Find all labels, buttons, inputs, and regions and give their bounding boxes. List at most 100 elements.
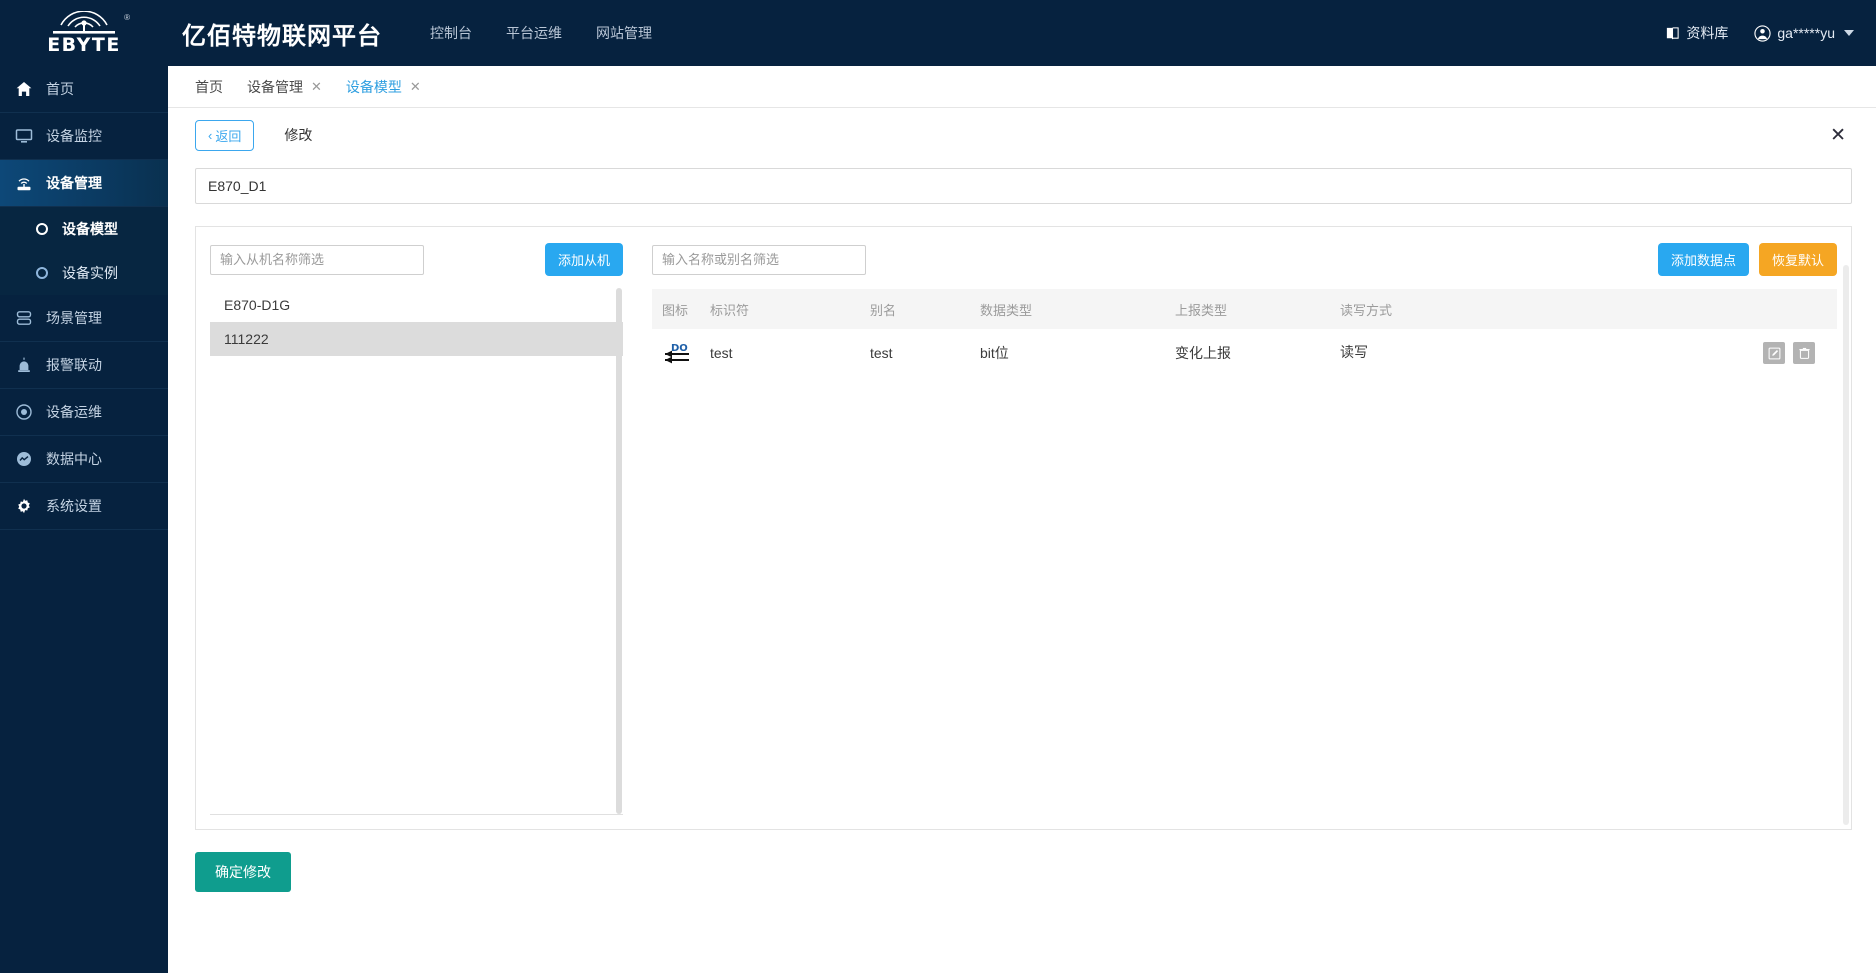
datapoint-toolbar: 添加数据点 恢复默认 <box>652 243 1837 276</box>
datapoint-section: 添加数据点 恢复默认 图标 标识符 别名 数据类型 上报类型 读写方式 <box>638 227 1851 829</box>
page-title: 修改 <box>284 127 313 143</box>
main-content-area: 首页 设备管理 ✕ 设备模型 ✕ ‹ 返回 修改 ✕ 添加从机 <box>168 66 1876 973</box>
gear-icon <box>14 496 34 516</box>
sidebar-item-label: 设备管理 <box>46 175 102 191</box>
sidebar-item-label: 场景管理 <box>46 310 102 326</box>
chart-circle-icon <box>14 449 34 469</box>
sidebar-subitem-label: 设备实例 <box>62 265 118 281</box>
restore-default-button[interactable]: 恢复默认 <box>1758 243 1837 276</box>
slave-list-section: 添加从机 E870-D1G 111222 <box>196 227 638 829</box>
close-icon[interactable]: ✕ <box>311 80 322 93</box>
slave-list-scrollbar[interactable] <box>616 288 622 814</box>
brand-registered-mark: ® <box>124 13 130 22</box>
sidebar-item-device-management[interactable]: 设备管理 <box>0 160 168 207</box>
sidebar-item-label: 设备监控 <box>46 128 102 144</box>
user-menu-button[interactable]: ga*****yu <box>1754 24 1854 42</box>
sidebar-item-label: 报警联动 <box>46 357 102 373</box>
col-rw-mode: 读写方式 <box>1330 289 1837 329</box>
top-navigation: 控制台 平台运维 网站管理 <box>430 23 652 43</box>
sidebar-subitem-label: 设备模型 <box>62 221 118 237</box>
cell-rw-mode: 读写 <box>1330 329 1837 377</box>
cell-report-type: 变化上报 <box>1175 345 1231 361</box>
slave-item-label: E870-D1G <box>224 297 291 313</box>
col-alias: 别名 <box>860 289 970 329</box>
slave-list-toolbar: 添加从机 <box>210 243 623 276</box>
layers-icon <box>14 308 34 328</box>
router-icon <box>14 173 34 193</box>
sidebar-item-data-center[interactable]: 数据中心 <box>0 436 168 483</box>
sidebar-item-label: 系统设置 <box>46 498 102 514</box>
back-button-label: 返回 <box>215 128 242 144</box>
cell-data-type: bit位 <box>980 345 1009 361</box>
col-icon: 图标 <box>652 289 700 329</box>
sidebar-item-label: 设备运维 <box>46 404 102 420</box>
col-data-type: 数据类型 <box>970 289 1165 329</box>
site-title: 亿佰特物联网平台 <box>182 22 382 50</box>
sidebar-item-device-instance[interactable]: 设备实例 <box>0 251 168 295</box>
sidebar-item-device-model[interactable]: 设备模型 <box>0 207 168 251</box>
trash-icon <box>1798 347 1810 359</box>
confirm-modify-button[interactable]: 确定修改 <box>195 852 291 892</box>
docs-library-label: 资料库 <box>1686 25 1729 41</box>
sidebar-item-device-monitor[interactable]: 设备监控 <box>0 113 168 160</box>
close-icon[interactable]: ✕ <box>410 80 421 93</box>
rw-mode-label: 读写 <box>1340 344 1368 360</box>
monitor-icon <box>14 126 34 146</box>
model-name-row <box>168 162 1876 204</box>
chevron-down-icon <box>1844 30 1854 36</box>
col-report-type: 上报类型 <box>1165 289 1330 329</box>
cell-alias: test <box>870 345 893 361</box>
datapoint-action-buttons: 添加数据点 恢复默认 <box>1657 243 1837 276</box>
model-editor-panel: 添加从机 E870-D1G 111222 添加数据点 <box>195 226 1852 830</box>
page-toolbar: ‹ 返回 修改 ✕ <box>168 108 1876 162</box>
svg-text:DO: DO <box>671 343 688 354</box>
model-name-input[interactable] <box>195 168 1852 204</box>
slave-list: E870-D1G 111222 <box>210 288 623 815</box>
add-datapoint-button[interactable]: 添加数据点 <box>1657 243 1749 276</box>
target-icon <box>14 402 34 422</box>
tab-label: 首页 <box>195 78 223 95</box>
docs-library-button[interactable]: 资料库 <box>1665 23 1728 43</box>
cell-icon: DO <box>652 329 700 377</box>
edit-icon <box>1768 347 1781 359</box>
brand-logo[interactable]: EBYTE ® <box>0 0 168 66</box>
left-sidebar: 首页 设备监控 设备管理 设备模型 设备实例 场景管理 报警联动 设备运维 数据… <box>0 66 184 973</box>
add-slave-button[interactable]: 添加从机 <box>544 243 623 276</box>
tab-device-management[interactable]: 设备管理 ✕ <box>247 77 336 97</box>
back-button[interactable]: ‹ 返回 <box>195 119 255 151</box>
list-item[interactable]: 111222 <box>210 322 623 356</box>
book-icon <box>1667 26 1680 39</box>
sidebar-item-scene-management[interactable]: 场景管理 <box>0 295 168 342</box>
cell-identifier: test <box>710 345 733 361</box>
table-row[interactable]: DO test test bit位 变化上报 读写 <box>652 329 1837 377</box>
table-header-row: 图标 标识符 别名 数据类型 上报类型 读写方式 <box>652 289 1837 329</box>
delete-row-button[interactable] <box>1793 342 1815 364</box>
chevron-left-icon: ‹ <box>208 127 213 143</box>
sidebar-item-alarm-linkage[interactable]: 报警联动 <box>0 342 168 389</box>
header-right-actions: 资料库 ga*****yu <box>1665 23 1854 43</box>
edit-row-button[interactable] <box>1763 342 1786 364</box>
radio-dot-icon <box>36 223 48 235</box>
home-icon <box>14 79 34 99</box>
slave-filter-input[interactable] <box>210 244 424 275</box>
sidebar-item-device-ops[interactable]: 设备运维 <box>0 389 168 436</box>
datapoint-filter-input[interactable] <box>652 244 866 275</box>
tab-strip: 首页 设备管理 ✕ 设备模型 ✕ <box>168 66 1876 108</box>
sidebar-item-home[interactable]: 首页 <box>0 66 168 113</box>
list-item[interactable]: E870-D1G <box>210 288 623 322</box>
col-identifier: 标识符 <box>700 289 860 329</box>
tab-label: 设备模型 <box>345 78 402 95</box>
alarm-icon <box>14 355 34 375</box>
digital-output-icon: DO <box>662 340 700 366</box>
panel-scrollbar[interactable] <box>1843 265 1849 825</box>
radio-dot-icon <box>36 267 48 279</box>
slave-item-label: 111222 <box>224 331 269 347</box>
close-panel-button[interactable]: ✕ <box>1824 122 1852 149</box>
top-header-bar: EBYTE ® 亿佰特物联网平台 控制台 平台运维 网站管理 资料库 ga***… <box>0 0 1876 66</box>
sidebar-item-system-settings[interactable]: 系统设置 <box>0 483 168 530</box>
tab-device-model[interactable]: 设备模型 ✕ <box>346 77 435 97</box>
tab-home[interactable]: 首页 <box>195 77 237 97</box>
topnav-item-console[interactable]: 控制台 <box>430 23 472 43</box>
topnav-item-site-admin[interactable]: 网站管理 <box>596 23 652 43</box>
topnav-item-platform-ops[interactable]: 平台运维 <box>506 23 562 43</box>
